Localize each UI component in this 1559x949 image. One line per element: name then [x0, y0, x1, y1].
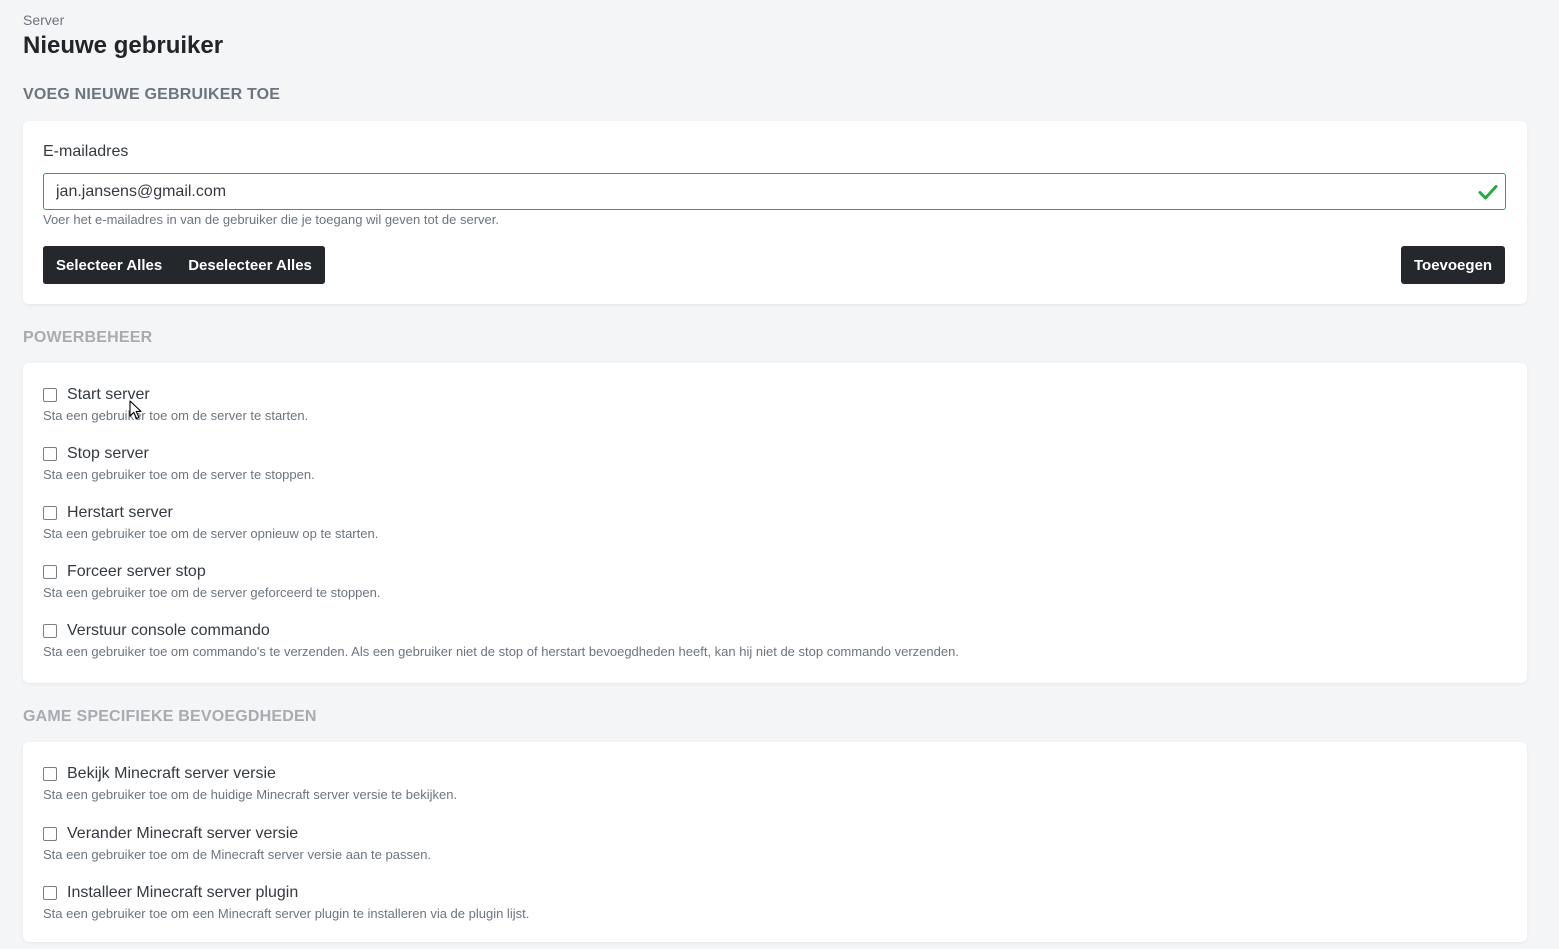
permission-description: Sta een gebruiker toe om de huidige Mine… — [43, 787, 458, 802]
power-card: Start server Sta een gebruiker toe om de… — [23, 363, 1527, 683]
selection-button-group: Selecteer Alles Deselecteer Alles — [43, 246, 325, 284]
permission-description: Sta een gebruiker toe om commando's te v… — [43, 644, 959, 659]
permission-checkbox[interactable] — [43, 506, 57, 520]
permission-item: Herstart server Sta een gebruiker toe om… — [43, 503, 1503, 541]
permission-checkbox[interactable] — [43, 624, 57, 638]
permission-label[interactable]: Stop server — [67, 445, 149, 463]
breadcrumb[interactable]: Server — [23, 12, 64, 28]
permission-item: Verstuur console commando Sta een gebrui… — [43, 621, 1503, 659]
game-card: Bekijk Minecraft server versie Sta een g… — [23, 742, 1527, 942]
permission-checkbox[interactable] — [43, 565, 57, 579]
permission-checkbox[interactable] — [43, 388, 57, 402]
permission-item: Stop server Sta een gebruiker toe om de … — [43, 444, 1503, 482]
permission-item: Verander Minecraft server versie Sta een… — [43, 824, 1503, 862]
check-icon — [1478, 185, 1498, 200]
deselect-all-button[interactable]: Deselecteer Alles — [175, 246, 325, 284]
permission-checkbox[interactable] — [43, 886, 57, 900]
permission-label[interactable]: Verstuur console commando — [67, 622, 270, 640]
permission-item: Bekijk Minecraft server versie Sta een g… — [43, 764, 1503, 802]
add-user-heading: VOEG NIEUWE GEBRUIKER TOE — [23, 86, 281, 103]
permission-checkbox[interactable] — [43, 767, 57, 781]
permission-label[interactable]: Verander Minecraft server versie — [67, 825, 298, 843]
permission-item: Start server Sta een gebruiker toe om de… — [43, 385, 1503, 423]
permission-checkbox[interactable] — [43, 447, 57, 461]
permission-label[interactable]: Installeer Minecraft server plugin — [67, 884, 298, 902]
page-title: Nieuwe gebruiker — [23, 32, 224, 59]
mouse-cursor-icon — [129, 400, 142, 420]
permission-label[interactable]: Forceer server stop — [67, 563, 206, 581]
game-heading: GAME SPECIFIEKE BEVOEGDHEDEN — [23, 708, 317, 725]
permission-checkbox[interactable] — [43, 827, 57, 841]
permission-description: Sta een gebruiker toe om een Minecraft s… — [43, 906, 530, 921]
add-user-card: E-mailadres Voer het e-mailadres in van … — [23, 121, 1527, 304]
select-all-button[interactable]: Selecteer Alles — [43, 246, 176, 284]
email-label: E-mailadres — [43, 143, 129, 160]
permission-description: Sta een gebruiker toe om de server gefor… — [43, 585, 381, 600]
add-button[interactable]: Toevoegen — [1401, 246, 1506, 284]
email-field[interactable] — [43, 173, 1506, 210]
email-help-text: Voer het e-mailadres in van de gebruiker… — [43, 212, 499, 227]
permission-description: Sta een gebruiker toe om de server te st… — [43, 408, 309, 423]
permission-label[interactable]: Bekijk Minecraft server versie — [67, 765, 276, 783]
permission-description: Sta een gebruiker toe om de Minecraft se… — [43, 847, 432, 862]
permission-description: Sta een gebruiker toe om de server te st… — [43, 467, 315, 482]
permission-label[interactable]: Herstart server — [67, 504, 173, 522]
permission-item: Installeer Minecraft server plugin Sta e… — [43, 883, 1503, 921]
permission-description: Sta een gebruiker toe om de server opnie… — [43, 526, 379, 541]
power-heading: POWERBEHEER — [23, 329, 153, 346]
permission-item: Forceer server stop Sta een gebruiker to… — [43, 562, 1503, 600]
